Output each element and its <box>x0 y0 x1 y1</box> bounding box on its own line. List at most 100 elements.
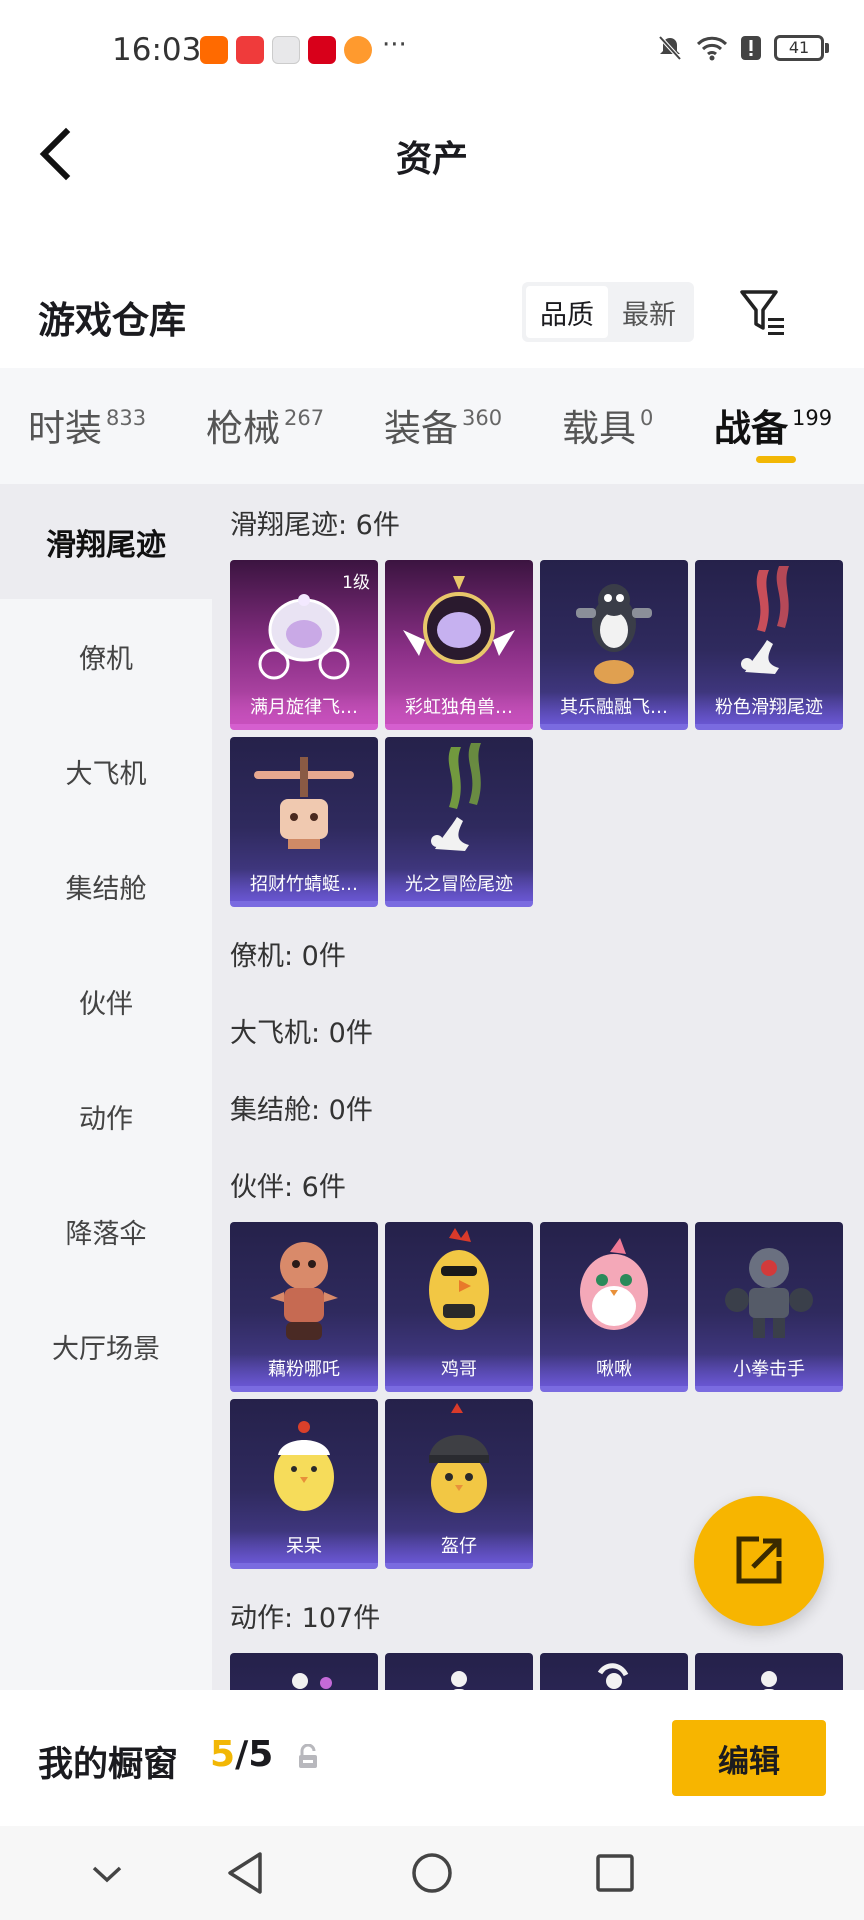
sidebar-item-pod[interactable]: 集结舱 <box>0 829 212 944</box>
emote-grid <box>230 1653 860 1690</box>
battery-icon: 41 <box>774 35 829 61</box>
tab-equipment[interactable]: 装备 360 <box>384 398 502 452</box>
item-name: 其乐融融飞… <box>540 692 688 724</box>
nav-home-icon[interactable] <box>405 1846 459 1900</box>
sidebar-item-parachute[interactable]: 降落伞 <box>0 1174 212 1289</box>
section-title-pod: 集结舱: 0件 <box>230 1095 373 1126</box>
nav-back-icon[interactable] <box>220 1846 274 1900</box>
yellow-chick-icon <box>274 1421 334 1511</box>
item-level: 1级 <box>342 573 370 593</box>
item-name: 满月旋律飞… <box>230 692 378 724</box>
tab-outfits[interactable]: 时装 833 <box>28 398 146 452</box>
category-tabs: 时装 833 枪械 267 装备 360 载具 0 战备 199 <box>0 368 864 484</box>
warehouse-header: 游戏仓库 品质 最新 <box>0 260 864 360</box>
item-card[interactable] <box>385 1653 533 1690</box>
app-header: 资产 <box>0 104 864 204</box>
nav-recents-icon[interactable] <box>588 1846 642 1900</box>
page-title: 资产 <box>395 139 468 180</box>
section-title-wingman: 僚机: 0件 <box>230 941 346 972</box>
tab-guns[interactable]: 枪械 267 <box>206 398 324 452</box>
item-name: 盔仔 <box>385 1531 533 1563</box>
unicorn-ornament-icon <box>403 576 515 664</box>
emote-figure-icon <box>597 1663 629 1689</box>
item-name: 鸡哥 <box>385 1354 533 1386</box>
lock-icon <box>299 1744 317 1768</box>
item-card[interactable]: 啾啾 <box>540 1222 688 1392</box>
sort-toggle: 品质 最新 <box>522 282 694 342</box>
export-icon <box>736 1536 782 1584</box>
orange-app-icon <box>344 36 372 64</box>
status-bar: 16:03 ··· 41 <box>0 0 864 104</box>
item-name: 啾啾 <box>540 1354 688 1386</box>
nezha-icon <box>270 1242 338 1340</box>
item-card[interactable]: 呆呆 <box>230 1399 378 1569</box>
pink-smoke-icon <box>741 566 789 674</box>
item-name: 彩虹独角兽… <box>385 692 533 724</box>
wifi-icon <box>696 36 728 61</box>
item-card[interactable]: 光之冒险尾迹 <box>385 737 533 907</box>
more-notifications-icon: ··· <box>382 30 407 60</box>
showcase-label: 我的橱窗 <box>38 1745 179 1785</box>
alert-icon <box>741 36 761 60</box>
box-app-icon <box>272 36 300 64</box>
item-card[interactable]: 鸡哥 <box>385 1222 533 1392</box>
sidebar-item-emote[interactable]: 动作 <box>0 1059 212 1174</box>
mute-icon <box>658 35 682 61</box>
sidebar-item-glide-trail[interactable]: 滑翔尾迹 <box>0 484 212 599</box>
tab-vehicles[interactable]: 载具 0 <box>562 398 653 452</box>
item-card[interactable]: 其乐融融飞… <box>540 560 688 730</box>
showcase-bar: 我的橱窗 5/5 编辑 <box>0 1690 864 1826</box>
warehouse-title: 游戏仓库 <box>38 299 186 342</box>
boxer-robot-icon <box>725 1248 813 1338</box>
category-sidebar: 滑翔尾迹 僚机 大飞机 集结舱 伙伴 动作 降落伞 大厅场景 <box>0 484 212 1690</box>
sort-by-quality[interactable]: 品质 <box>526 286 608 338</box>
status-time: 16:03 <box>112 32 202 68</box>
section-title-glide-trail: 滑翔尾迹: 6件 <box>230 509 400 541</box>
item-card[interactable]: 粉色滑翔尾迹 <box>695 560 843 730</box>
filter-icon[interactable] <box>736 284 792 340</box>
chevron-down-icon[interactable] <box>80 1846 134 1900</box>
emote-figure-icon <box>761 1671 777 1690</box>
item-name: 招财竹蜻蜓… <box>230 869 378 901</box>
item-name: 小拳击手 <box>695 1354 843 1386</box>
taobao-app-icon <box>200 36 228 64</box>
section-title-partner: 伙伴: 6件 <box>230 1171 346 1203</box>
system-nav-bar <box>0 1826 864 1920</box>
showcase-count: 5/5 <box>210 1734 274 1775</box>
glide-trail-grid: 1级 满月旋律飞… 彩虹独角兽… 其乐融融飞… 粉色滑翔尾迹 招财竹蜻蜓… 光之… <box>230 560 860 907</box>
sort-by-newest[interactable]: 最新 <box>608 286 690 338</box>
item-card[interactable]: 1级 满月旋律飞… <box>230 560 378 730</box>
item-card[interactable] <box>695 1653 843 1690</box>
sidebar-item-lobby-scene[interactable]: 大厅场景 <box>0 1289 212 1404</box>
pink-bird-icon <box>580 1238 648 1330</box>
item-name: 藕粉哪吒 <box>230 1354 378 1386</box>
item-card[interactable]: 盔仔 <box>385 1399 533 1569</box>
huawei-app-icon <box>236 36 264 64</box>
item-card[interactable]: 彩虹独角兽… <box>385 560 533 730</box>
green-smoke-icon <box>431 743 481 851</box>
item-card[interactable]: 藕粉哪吒 <box>230 1222 378 1392</box>
item-name: 光之冒险尾迹 <box>385 869 533 901</box>
item-name: 呆呆 <box>230 1531 378 1563</box>
item-card[interactable]: 招财竹蜻蜓… <box>230 737 378 907</box>
sidebar-item-wingman[interactable]: 僚机 <box>0 599 212 714</box>
helmet-chick-icon <box>429 1403 489 1513</box>
active-tab-indicator <box>756 456 796 463</box>
section-title-big-plane: 大飞机: 0件 <box>230 1018 373 1049</box>
export-button[interactable] <box>694 1496 824 1626</box>
penguin-icon <box>576 584 652 684</box>
item-name: 粉色滑翔尾迹 <box>695 692 843 724</box>
emote-figure-icon <box>292 1673 332 1689</box>
emote-figure-icon <box>451 1671 467 1690</box>
edit-button[interactable]: 编辑 <box>672 1720 826 1796</box>
rooster-icon <box>429 1228 489 1330</box>
item-card[interactable]: 小拳击手 <box>695 1222 843 1392</box>
notification-icons <box>200 36 372 64</box>
item-card[interactable] <box>230 1653 378 1690</box>
status-indicators: 41 <box>656 34 829 62</box>
sidebar-item-big-plane[interactable]: 大飞机 <box>0 714 212 829</box>
item-card[interactable] <box>540 1653 688 1690</box>
red-app-icon <box>308 36 336 64</box>
tab-battle-prep[interactable]: 战备 199 <box>714 398 832 452</box>
sidebar-item-partner[interactable]: 伙伴 <box>0 944 212 1059</box>
